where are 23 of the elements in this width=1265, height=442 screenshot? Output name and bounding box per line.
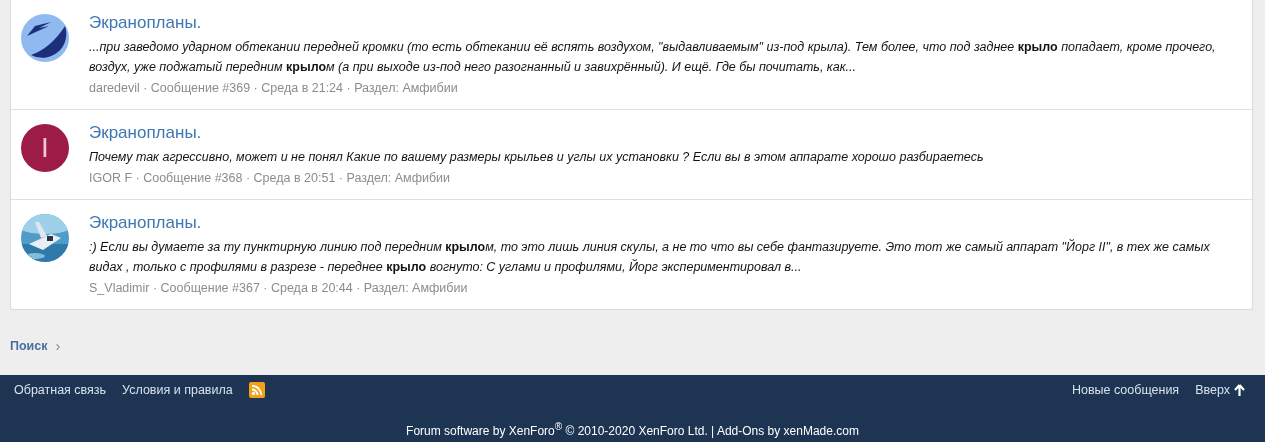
post-snippet: ...при заведомо ударном обтекании передней кромки (то есть обтекании её вспять воздухом, "выдавливаемым" из-под крыла). Тем более, что под заднее крыло попадает, кроме прочего, воздух, уже поджатый передним крылом (а при выходе из-под него разогнанный и завихрённый). И ещё. Где бы почитать, как...: [89, 39, 1217, 76]
copyright-text: Forum software by XenForo$^{®}$ © 2010-2020 XenForo Ltd. | Add-Ons by xenMade.com: [405, 421, 860, 438]
thread-title-link[interactable]: Экранопланы.: [89, 212, 202, 234]
post-meta: · Сообщение #367 · Среда в 20:44 · Раздел: Амфибии: [151, 281, 468, 295]
author-link[interactable]: S_Vladimir: [89, 281, 150, 295]
rss-icon[interactable]: [248, 382, 265, 398]
user-avatar[interactable]: I: [21, 124, 69, 172]
author-link[interactable]: IGOR F: [89, 171, 133, 185]
search-link[interactable]: Поиск: [10, 338, 48, 353]
thread-title-link[interactable]: Экранопланы.: [89, 122, 202, 144]
footer-link[interactable]: Вверх: [1195, 383, 1245, 397]
thread-title-link[interactable]: Экранопланы.: [89, 12, 202, 34]
swallow-logo-icon: [21, 14, 69, 62]
arrow-up-icon: [1234, 384, 1245, 396]
post-snippet: :) Если вы думаете за ту пунктирную линию под передним крылом, то это лишь линия скулы, а не то что вы себе фантазируете. Это тот же самый аппарат "Йорг II", в тех же самых видах , только с профилями в разрезе - переднее крыло вогнуто: С углами и профилями, Йорг экспериментировал в...: [89, 238, 1211, 276]
footer-link[interactable]: Обратная связь: [14, 383, 107, 397]
footer-link[interactable]: Условия и правила: [122, 383, 233, 397]
post-snippet: Почему так агрессивно, может и не понял Какие по вашему размеры крыльев и углы их установки ? Если вы в этом аппарате хорошо разбираетесь: [89, 149, 985, 166]
post-meta: · Сообщение #369 · Среда в 21:24 · Раздел: Амфибии: [142, 81, 458, 95]
chevron-icon: ›: [55, 337, 61, 354]
author-link[interactable]: daredevil: [89, 81, 140, 95]
post-meta: · Сообщение #368 · Среда в 20:51 · Раздел: Амфибии: [134, 171, 451, 185]
footer-link[interactable]: Новые сообщения: [1071, 383, 1180, 397]
